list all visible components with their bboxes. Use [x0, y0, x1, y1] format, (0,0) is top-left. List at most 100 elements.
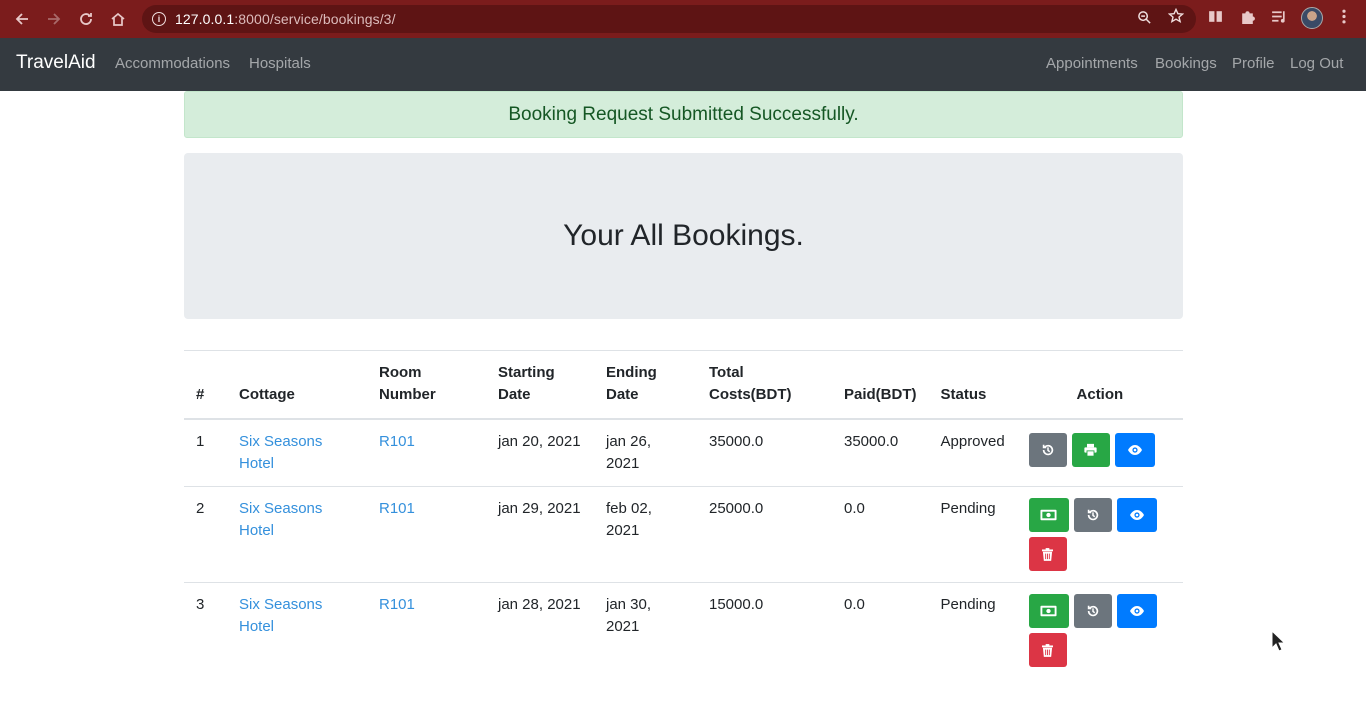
trash-icon — [1042, 547, 1054, 561]
mouse-cursor-icon — [1271, 629, 1286, 657]
header-total-line1: Total — [709, 364, 744, 381]
forward-arrow-icon[interactable] — [38, 3, 70, 35]
nav-profile[interactable]: Profile — [1232, 55, 1275, 72]
home-icon[interactable] — [102, 3, 134, 35]
room-cell: R101 — [367, 582, 486, 678]
app-navbar: TravelAid Accommodations Hospitals Appoi… — [0, 38, 1366, 91]
paid-cell: 35000.0 — [832, 418, 929, 487]
table-row: 1 Six Seasons Hotel R101 jan 20, 2021 jan… — [184, 418, 1183, 487]
cottage-name-line2: Hotel — [239, 522, 275, 539]
header-num: # — [184, 350, 227, 420]
ending-date-line1: feb 02, — [606, 500, 652, 517]
header-total-line2: Costs(BDT) — [709, 386, 792, 403]
success-alert: Booking Request Submitted Successfully. — [184, 91, 1183, 138]
starting-date-cell: jan 28, 2021 — [486, 582, 594, 678]
media-queue-icon[interactable] — [1270, 8, 1287, 30]
history-button[interactable] — [1028, 433, 1067, 467]
total-cost-cell: 25000.0 — [697, 486, 832, 583]
delete-button[interactable] — [1028, 633, 1067, 667]
view-button[interactable] — [1116, 498, 1157, 532]
table-row: 2 Six Seasons Hotel R101 jan 29, 2021 feb… — [184, 486, 1183, 583]
ending-date-line1: jan 26, — [606, 433, 652, 450]
view-button[interactable] — [1116, 594, 1157, 628]
header-status: Status — [928, 350, 1017, 420]
ending-date-cell: feb 02, 2021 — [594, 486, 697, 583]
room-link[interactable]: R101 — [379, 433, 415, 450]
address-bar[interactable]: i 127.0.0.1:8000/service/bookings/3/ — [142, 5, 1196, 33]
back-arrow-icon[interactable] — [6, 3, 38, 35]
cottage-link[interactable]: Six Seasons Hotel — [239, 433, 322, 472]
history-button[interactable] — [1073, 498, 1112, 532]
eye-icon — [1129, 606, 1144, 616]
status-cell: Pending — [928, 486, 1017, 583]
action-cell — [1016, 582, 1183, 678]
ending-date-cell: jan 30, 2021 — [594, 582, 697, 678]
nav-accommodations[interactable]: Accommodations — [115, 55, 230, 72]
bookings-table: # Cottage Room Number Starting Date Ending… — [184, 350, 1183, 678]
header-end-line1: Ending — [606, 364, 657, 381]
cottage-cell: Six Seasons Hotel — [227, 418, 367, 487]
trash-icon — [1042, 643, 1054, 657]
ending-date-line1: jan 30, — [606, 596, 652, 613]
history-icon — [1042, 444, 1053, 456]
status-cell: Pending — [928, 582, 1017, 678]
cottage-link[interactable]: Six Seasons Hotel — [239, 596, 322, 635]
paid-cell: 0.0 — [832, 486, 929, 583]
page-header-jumbotron: Your All Bookings. — [184, 153, 1183, 319]
cottage-name-line1: Six Seasons — [239, 500, 323, 517]
url-text[interactable]: 127.0.0.1:8000/service/bookings/3/ — [175, 11, 396, 27]
nav-bookings[interactable]: Bookings — [1155, 55, 1217, 72]
row-num: 1 — [184, 418, 227, 487]
browser-toolbar: i 127.0.0.1:8000/service/bookings/3/ — [0, 0, 1366, 38]
cottage-name-line1: Six Seasons — [239, 433, 323, 450]
row-num: 2 — [184, 486, 227, 583]
eye-icon — [1129, 510, 1144, 520]
alert-message: Booking Request Submitted Successfully. — [508, 103, 859, 125]
ending-date-line2: 2021 — [606, 455, 640, 472]
table-row: 3 Six Seasons Hotel R101 jan 28, 2021 jan… — [184, 582, 1183, 678]
site-info-icon[interactable]: i — [152, 12, 166, 26]
history-button[interactable] — [1073, 594, 1112, 628]
header-total-costs: Total Costs(BDT) — [697, 350, 832, 420]
delete-button[interactable] — [1028, 537, 1067, 571]
reload-icon[interactable] — [70, 3, 102, 35]
nav-hospitals[interactable]: Hospitals — [249, 55, 311, 72]
cottage-name-line1: Six Seasons — [239, 596, 323, 613]
action-cell — [1016, 486, 1183, 583]
print-button[interactable] — [1071, 433, 1110, 467]
zoom-icon[interactable] — [1137, 10, 1152, 29]
cottage-cell: Six Seasons Hotel — [227, 582, 367, 678]
extensions-puzzle-icon[interactable] — [1239, 8, 1256, 30]
ending-date-line2: 2021 — [606, 618, 640, 635]
pay-button[interactable] — [1028, 498, 1069, 532]
cottage-name-line2: Hotel — [239, 618, 275, 635]
page-title: Your All Bookings. — [563, 219, 804, 252]
eye-icon — [1127, 445, 1142, 455]
room-link[interactable]: R101 — [379, 596, 415, 613]
ending-date-line2: 2021 — [606, 522, 640, 539]
table-header-row: # Cottage Room Number Starting Date Ending… — [184, 350, 1183, 420]
header-action: Action — [1016, 350, 1183, 420]
room-link[interactable]: R101 — [379, 500, 415, 517]
nav-log-out[interactable]: Log Out — [1290, 55, 1343, 72]
history-icon — [1087, 509, 1098, 521]
view-button[interactable] — [1114, 433, 1155, 467]
reading-mode-icon[interactable] — [1207, 8, 1224, 30]
url-host: 127.0.0.1 — [175, 11, 235, 27]
total-cost-cell: 35000.0 — [697, 418, 832, 487]
cottage-link[interactable]: Six Seasons Hotel — [239, 500, 322, 539]
print-icon — [1084, 443, 1097, 457]
pay-button[interactable] — [1028, 594, 1069, 628]
header-start-line1: Starting — [498, 364, 555, 381]
menu-kebab-icon[interactable] — [1339, 8, 1349, 30]
action-cell — [1016, 418, 1183, 487]
brand-logo[interactable]: TravelAid — [16, 52, 96, 74]
nav-appointments[interactable]: Appointments — [1046, 55, 1138, 72]
bookmark-star-icon[interactable] — [1167, 7, 1185, 29]
profile-avatar[interactable] — [1301, 7, 1323, 29]
total-cost-cell: 15000.0 — [697, 582, 832, 678]
header-end-line2: Date — [606, 386, 639, 403]
paid-cell: 0.0 — [832, 582, 929, 678]
status-cell: Approved — [928, 418, 1017, 487]
header-room-number: Room Number — [367, 350, 486, 420]
